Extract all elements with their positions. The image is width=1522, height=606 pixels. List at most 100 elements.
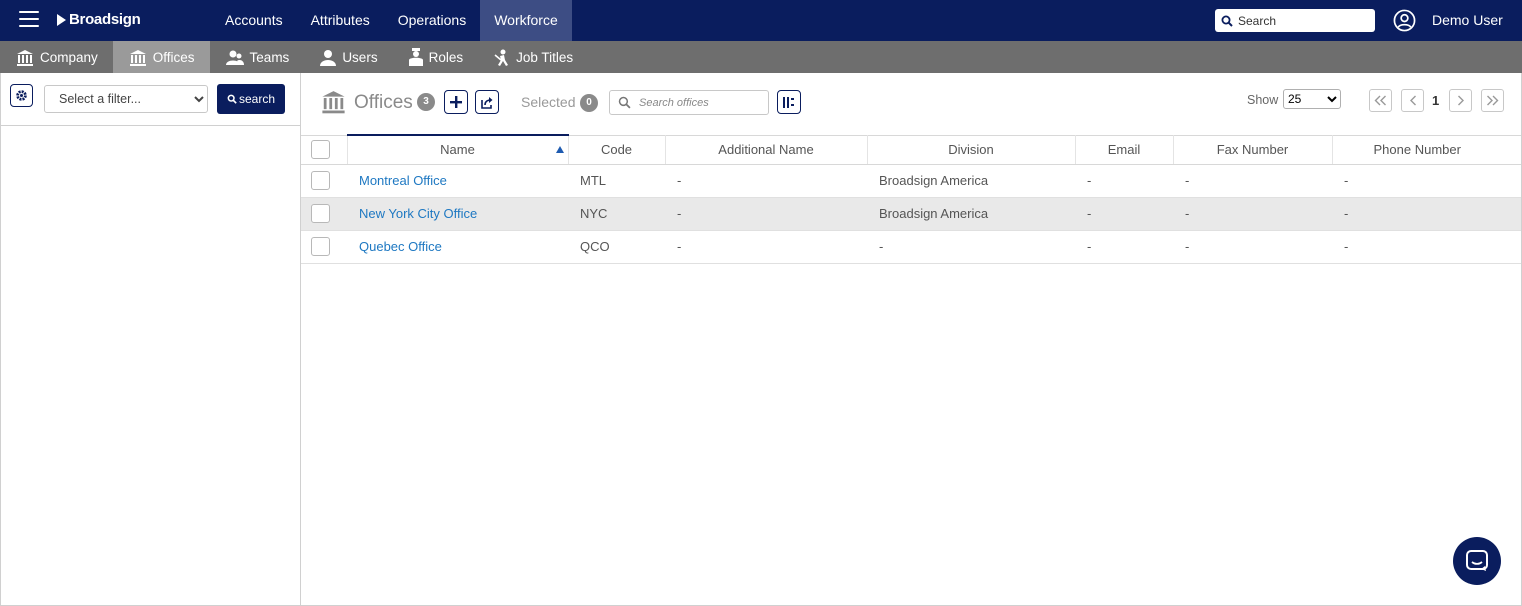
gear-icon	[16, 90, 27, 101]
prev-page-button[interactable]	[1401, 89, 1424, 112]
filter-select[interactable]: Select a filter...	[44, 85, 208, 113]
global-search-input[interactable]	[1238, 13, 1368, 28]
offices-search-input[interactable]	[639, 96, 764, 109]
next-page-button[interactable]	[1449, 89, 1472, 112]
column-header-additional-name[interactable]: Additional Name	[665, 134, 868, 165]
team-icon	[225, 50, 244, 65]
column-header-name[interactable]: Name	[347, 134, 569, 165]
chat-icon	[1466, 550, 1488, 571]
search-icon	[1221, 15, 1233, 27]
double-chevron-right-icon	[1487, 95, 1499, 106]
cell-phone-number: -	[1332, 230, 1502, 264]
hamburger-menu-icon[interactable]	[19, 11, 39, 29]
selected-count-badge: 0	[580, 94, 598, 112]
subnav-company-label: Company	[40, 49, 98, 65]
subnav-offices-label: Offices	[152, 49, 195, 65]
cell-email: -	[1075, 164, 1173, 198]
current-page-number: 1	[1432, 93, 1440, 108]
row-checkbox-cell	[301, 164, 347, 198]
row-checkbox[interactable]	[311, 171, 330, 190]
search-icon	[618, 96, 631, 109]
cell-additional-name: -	[665, 164, 867, 198]
subnav-roles[interactable]: Roles	[393, 41, 479, 73]
last-page-button[interactable]	[1481, 89, 1504, 112]
subnav-offices[interactable]: Offices	[112, 41, 210, 73]
page-size-select[interactable]: 25	[1283, 89, 1341, 109]
nav-workforce[interactable]: Workforce	[480, 0, 572, 41]
logo-text: Broadsign	[69, 11, 141, 28]
building-icon	[17, 49, 33, 66]
subnav-users-label: Users	[342, 49, 378, 65]
row-checkbox[interactable]	[311, 204, 330, 223]
office-name-link[interactable]: Quebec Office	[359, 239, 442, 254]
subnav-company[interactable]: Company	[0, 41, 113, 73]
workforce-subnav: Company Offices Teams Users Roles Job Ti…	[0, 41, 1522, 73]
user-icon	[320, 49, 337, 66]
column-header-code[interactable]: Code	[568, 134, 666, 165]
filter-search-label: search	[238, 92, 276, 106]
row-checkbox-cell	[301, 230, 347, 264]
job-title-icon	[494, 49, 509, 66]
subnav-job-titles[interactable]: Job Titles	[478, 41, 588, 73]
offices-header: Offices 3 Selected 0 Show 25 1	[301, 73, 1521, 133]
chat-launcher-button[interactable]	[1453, 537, 1501, 585]
show-label: Show	[1247, 93, 1279, 107]
subnav-teams[interactable]: Teams	[210, 41, 305, 73]
cell-code: MTL	[568, 164, 665, 198]
subnav-roles-label: Roles	[428, 49, 464, 65]
cell-division: Broadsign America	[867, 164, 1075, 198]
cell-additional-name: -	[665, 230, 867, 264]
subnav-users[interactable]: Users	[304, 41, 392, 73]
column-header-email[interactable]: Email	[1075, 134, 1174, 165]
column-chooser-button[interactable]	[777, 90, 801, 114]
cell-division: Broadsign America	[867, 197, 1075, 231]
nav-operations[interactable]: Operations	[384, 0, 480, 41]
nav-attributes[interactable]: Attributes	[297, 0, 384, 41]
filter-toolbar: Select a filter... search	[1, 73, 300, 126]
office-name-link[interactable]: Montreal Office	[359, 173, 447, 188]
double-chevron-left-icon	[1374, 95, 1386, 106]
cell-name: Montreal Office	[347, 164, 568, 198]
nav-accounts[interactable]: Accounts	[211, 0, 297, 41]
export-button[interactable]	[475, 90, 499, 114]
plus-icon	[450, 96, 462, 108]
table-row[interactable]: New York City Office NYC - Broadsign Ame…	[301, 197, 1521, 231]
sort-ascending-icon	[555, 146, 564, 153]
export-icon	[481, 96, 493, 109]
office-name-link[interactable]: New York City Office	[359, 206, 477, 221]
filter-settings-button[interactable]	[10, 84, 33, 107]
filter-panel: Select a filter... search	[0, 73, 301, 606]
column-header-division[interactable]: Division	[867, 134, 1076, 165]
page-title: Offices	[354, 92, 413, 113]
table-row[interactable]: Montreal Office MTL - Broadsign America …	[301, 164, 1521, 198]
filter-search-button[interactable]: search	[217, 84, 285, 114]
cell-phone-number: -	[1332, 197, 1502, 231]
offices-search-box	[609, 90, 769, 115]
column-header-fax-number[interactable]: Fax Number	[1173, 134, 1333, 165]
add-office-button[interactable]	[444, 90, 468, 114]
subnav-job-titles-label: Job Titles	[516, 49, 574, 65]
user-avatar-icon[interactable]	[1393, 9, 1416, 32]
chevron-left-icon	[1409, 95, 1416, 106]
chevron-right-icon	[1457, 95, 1464, 106]
cell-spacer	[1502, 164, 1521, 198]
broadsign-logo[interactable]: Broadsign	[57, 11, 141, 28]
building-icon	[322, 91, 345, 114]
cell-fax-number: -	[1173, 164, 1332, 198]
table-row[interactable]: Quebec Office QCO - - - - -	[301, 230, 1521, 264]
user-name[interactable]: Demo User	[1432, 12, 1503, 28]
first-page-button[interactable]	[1369, 89, 1392, 112]
select-all-checkbox[interactable]	[311, 140, 330, 159]
cell-fax-number: -	[1173, 230, 1332, 264]
row-checkbox-cell	[301, 197, 347, 231]
offices-table: Name Code Additional Name Division Email…	[301, 134, 1521, 264]
cell-division: -	[867, 230, 1075, 264]
column-header-phone-number[interactable]: Phone Number	[1332, 134, 1502, 165]
subnav-teams-label: Teams	[249, 49, 290, 65]
cell-email: -	[1075, 197, 1173, 231]
row-checkbox[interactable]	[311, 237, 330, 256]
table-header-row: Name Code Additional Name Division Email…	[301, 134, 1521, 165]
selected-label: Selected	[521, 94, 576, 110]
column-header-name-label: Name	[440, 142, 475, 158]
top-navigation-bar: Broadsign Accounts Attributes Operations…	[0, 0, 1522, 41]
